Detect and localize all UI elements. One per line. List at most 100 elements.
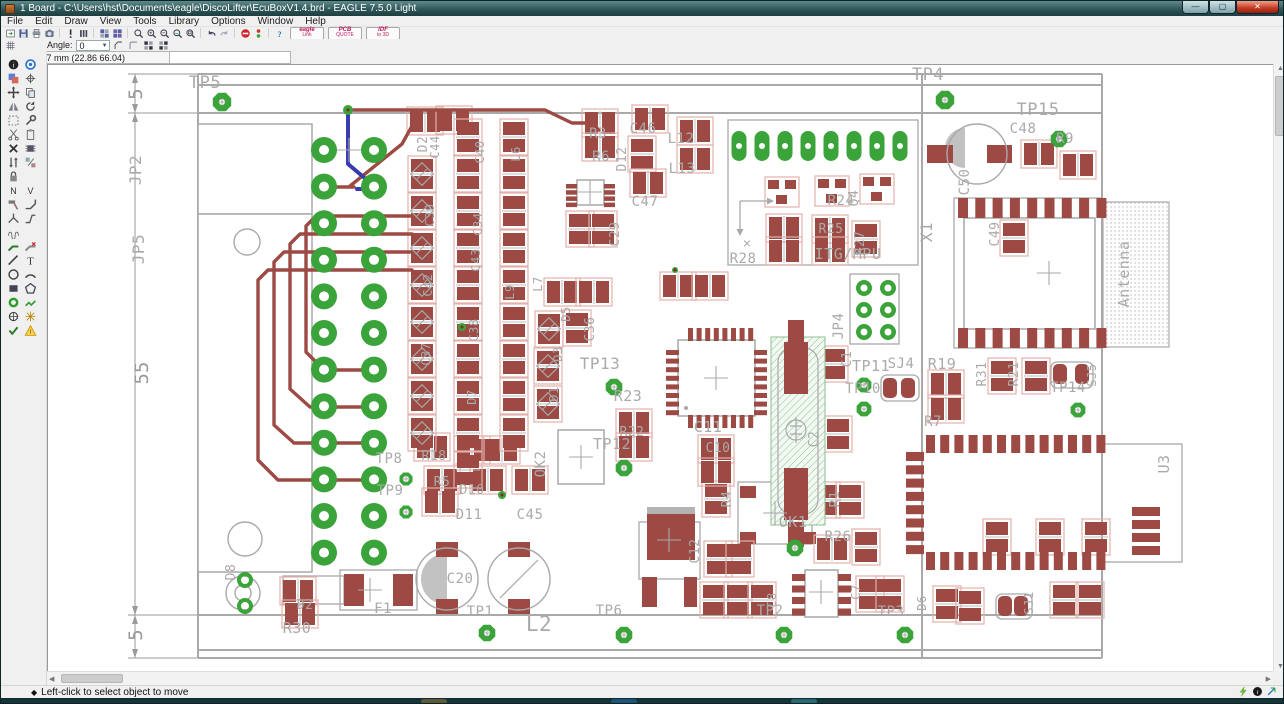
tool-copy-button[interactable] [22,85,39,99]
tool-miter-button[interactable] [22,197,39,211]
tool-mirror-button[interactable] [5,99,22,113]
tool-optimize-button[interactable] [22,211,39,225]
menu-library[interactable]: Library [163,16,206,27]
svg-text:C50: C50 [957,169,973,196]
grid-toggle-button[interactable] [4,39,17,51]
menu-help[interactable]: Help [299,16,332,27]
svg-text:V: V [28,185,34,195]
run-script-button[interactable] [64,27,77,39]
tool-lock-button[interactable] [5,169,22,183]
stop-go-button[interactable] [252,27,265,39]
print-button[interactable] [30,27,43,39]
svg-text:D8: D8 [224,564,239,581]
board-canvas[interactable]: 5555×TP5TP4TP15C48R9C50X1C49AntennaJP2JP… [47,64,1273,671]
display-layers-button[interactable] [111,27,124,39]
tool-split-button[interactable] [5,211,22,225]
hscroll-thumb[interactable] [61,674,123,683]
horizontal-scrollbar[interactable]: ◀ ▶ [47,671,1273,685]
grid-settings-button[interactable] [98,27,111,39]
tool-circle-button[interactable] [5,267,22,281]
tool-text-button[interactable]: T [22,253,39,267]
menu-tools[interactable]: Tools [127,16,162,27]
tool-add-button[interactable] [22,141,39,155]
close-button[interactable]: ✕ [1236,1,1279,14]
bend-style-b-button[interactable] [127,39,140,51]
tool-signal-button[interactable] [22,295,39,309]
svg-text:!: ! [30,329,32,336]
menu-file[interactable]: File [1,16,29,27]
command-input[interactable] [169,51,291,64]
stop-command-button[interactable] [239,27,252,39]
svg-text:T: T [27,256,34,266]
pcb-quote-button[interactable]: PCBQUOTE [328,27,362,40]
status-bar: ◆ Left-click to select object to move i [1,685,1283,698]
title-bar[interactable]: 1 Board - C:\Users\hst\Documents\eagle\D… [1,1,1283,16]
bend-style-a-button[interactable] [112,39,125,51]
tool-paste-button[interactable] [22,127,39,141]
help-button[interactable]: ? [273,27,286,39]
run-ulp-button[interactable] [77,27,90,39]
tool-name-button[interactable]: N [5,183,22,197]
zoom-select-button[interactable] [184,27,197,39]
tool-group-button[interactable] [5,113,22,127]
tool-display-button[interactable] [5,71,22,85]
zoom-out-button[interactable] [158,27,171,39]
menu-edit[interactable]: Edit [29,16,58,27]
tool-delete-button[interactable] [5,141,22,155]
tool-show-button[interactable] [22,57,39,71]
tool-palette: i NV T! [1,51,47,685]
svg-text:JP2: JP2 [126,155,145,185]
windows-taskbar[interactable] [1,698,1283,704]
tool-cut-button[interactable] [5,127,22,141]
idf-to-3d-button[interactable]: IDFto 3D [366,27,400,40]
tool-pinswap-button[interactable] [5,155,22,169]
tool-smash-button[interactable] [5,197,22,211]
wire-bend-group-2-button[interactable] [157,39,170,51]
tool-wire-button[interactable] [5,253,22,267]
svg-text:C42: C42 [421,273,435,296]
menu-window[interactable]: Window [252,16,300,27]
open-board-button[interactable] [4,27,17,39]
save-button[interactable] [17,27,30,39]
angle-combobox[interactable]: 0▼ [76,40,110,51]
tool-errors-button[interactable]: ! [22,323,39,337]
svg-text:×: × [743,235,751,251]
svg-text:SJ1: SJ1 [1022,591,1036,614]
tool-info-button[interactable]: i [5,57,22,71]
undo-button[interactable] [205,27,218,39]
tool-ripup-button[interactable] [22,239,39,253]
redo-button[interactable] [218,27,231,39]
cam-processor-button[interactable] [43,27,56,39]
svg-text:TP15: TP15 [1017,100,1060,120]
menu-view[interactable]: View [94,16,128,27]
tool-polygon-button[interactable] [22,281,39,295]
menu-options[interactable]: Options [205,16,251,27]
menu-draw[interactable]: Draw [58,16,93,27]
tool-via-button[interactable] [5,295,22,309]
tool-value-button[interactable]: V [22,183,39,197]
maximize-button[interactable]: ▢ [1209,1,1236,14]
tool-hole-button[interactable] [5,309,22,323]
tool-arc-button[interactable] [22,267,39,281]
minimize-button[interactable]: — [1182,1,1209,14]
zoom-redraw-button[interactable] [171,27,184,39]
tool-mark-button[interactable] [22,71,39,85]
svg-text:D11: D11 [456,507,483,523]
zoom-fit-button[interactable] [132,27,145,39]
tool-meander-button[interactable] [5,225,22,239]
tool-drc-button[interactable] [5,323,22,337]
tool-change-button[interactable] [22,113,39,127]
tool-ratsnest-button[interactable] [22,309,39,323]
svg-text:i: i [12,60,14,69]
zoom-in-button[interactable] [145,27,158,39]
svg-text:TP12: TP12 [593,435,631,453]
tool-route-button[interactable] [5,239,22,253]
eagle-link-button[interactable]: eagleLink [290,27,324,40]
vertical-scrollbar[interactable]: ▲ ▼ [1273,64,1284,671]
tool-replace-button[interactable] [22,155,39,169]
tool-rect-button[interactable] [5,281,22,295]
vscroll-thumb[interactable] [1275,76,1284,136]
tool-rotate-button[interactable] [22,99,39,113]
wire-bend-group-1-button[interactable] [142,39,155,51]
tool-move-button[interactable] [5,85,22,99]
